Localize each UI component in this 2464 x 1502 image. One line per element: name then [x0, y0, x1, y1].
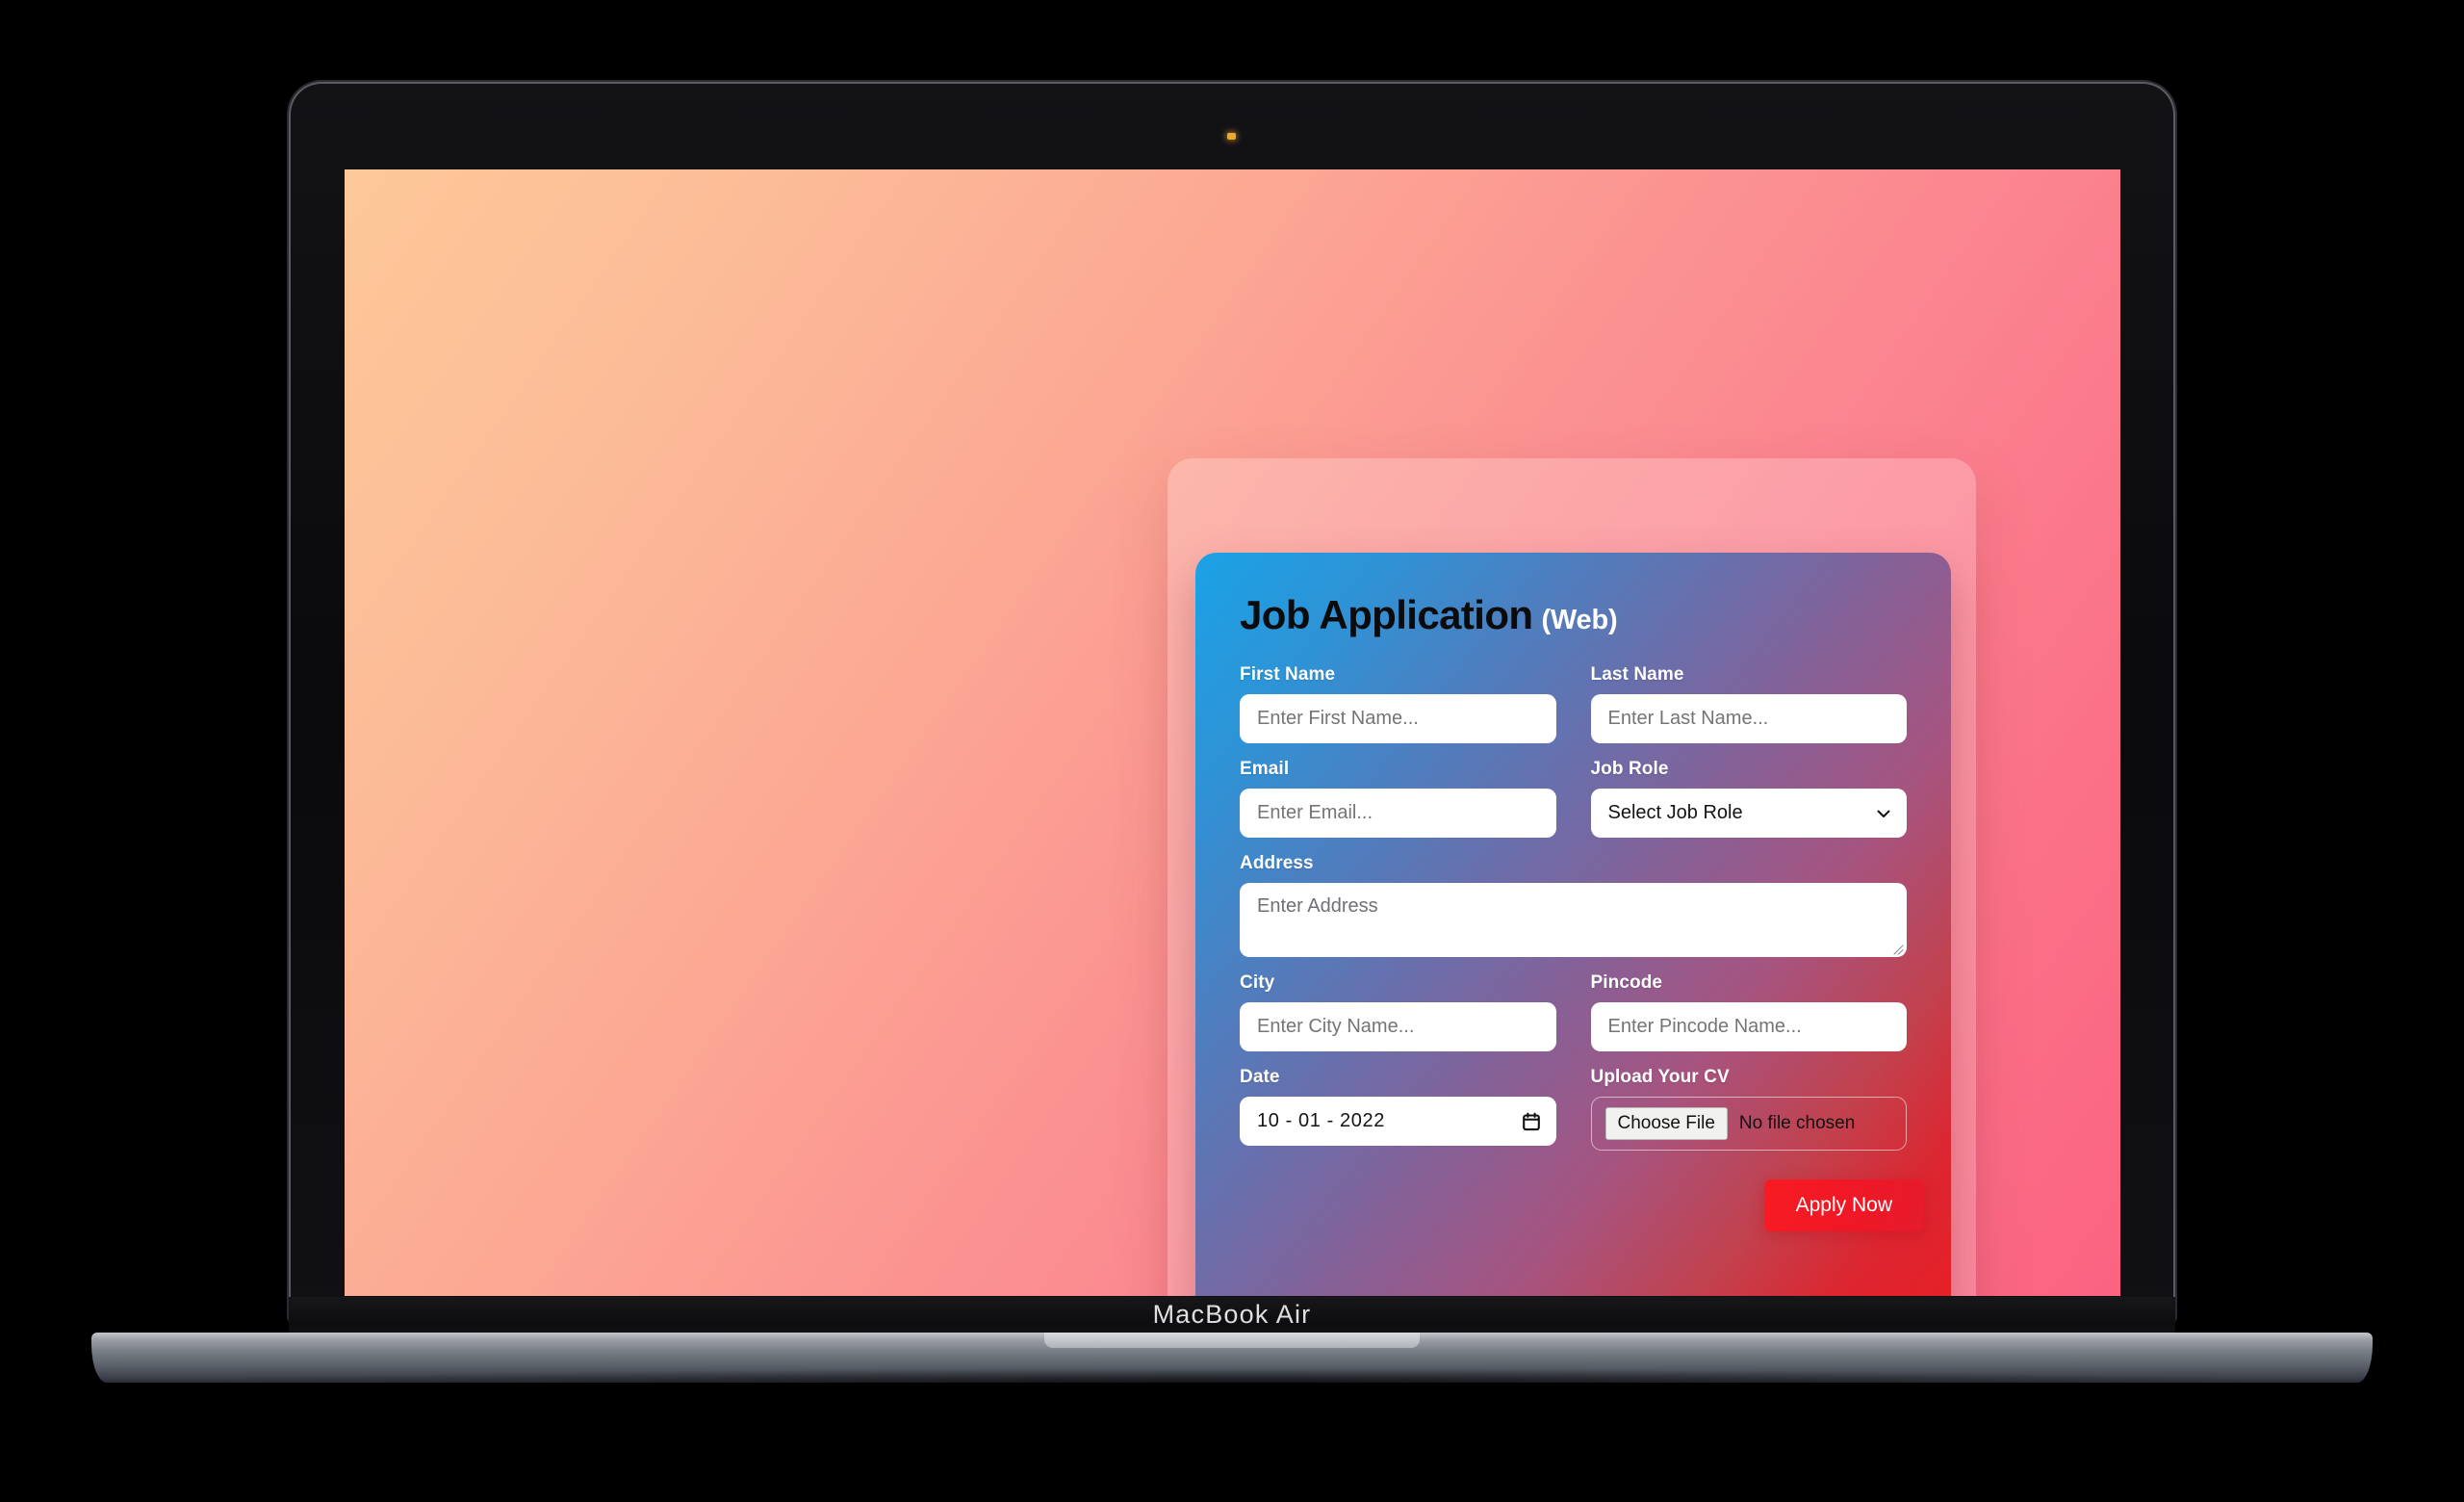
form-row-date-upload: Date 10 - 01 - 2022 Upload Your CV Choos…	[1240, 1067, 1907, 1151]
field-group-address: Address Enter Address	[1240, 853, 1907, 957]
job-application-form-card: Job Application (Web) First Name Last Nam…	[1195, 553, 1951, 1296]
job-role-label: Job Role	[1590, 759, 1669, 779]
laptop-base-notch	[1044, 1333, 1420, 1348]
file-input-wrapper[interactable]: Choose File No file chosen	[1590, 1097, 1907, 1151]
page-title: Job Application (Web)	[1240, 595, 1907, 635]
resize-handle-icon[interactable]	[1890, 942, 1904, 955]
screenshot-stage: Job Application (Web) First Name Last Nam…	[0, 0, 2464, 1502]
choose-file-button[interactable]: Choose File	[1604, 1107, 1728, 1140]
job-role-selected-value: Select Job Role	[1607, 802, 1743, 823]
page-title-main: Job Application	[1240, 592, 1533, 637]
address-placeholder: Enter Address	[1257, 895, 1378, 917]
first-name-label: First Name	[1240, 664, 1336, 685]
pincode-input[interactable]	[1590, 1002, 1907, 1051]
file-status-text: No file chosen	[1738, 1113, 1856, 1133]
laptop-screen: Job Application (Web) First Name Last Nam…	[345, 169, 2120, 1296]
last-name-label: Last Name	[1590, 664, 1684, 685]
job-role-select[interactable]: Select Job Role	[1590, 789, 1907, 838]
form-actions: Apply Now	[1240, 1179, 1924, 1231]
form-row-names: First Name Last Name	[1240, 664, 1907, 743]
form-row-address: Address Enter Address	[1240, 853, 1907, 957]
field-group-job-role: Job Role Select Job Role	[1590, 759, 1907, 838]
apply-now-button[interactable]: Apply Now	[1763, 1179, 1924, 1231]
upload-cv-label: Upload Your CV	[1590, 1067, 1730, 1087]
camera-indicator-icon	[1227, 133, 1236, 140]
first-name-input[interactable]	[1240, 694, 1556, 743]
form-row-email-role: Email Job Role Select Job Role	[1240, 759, 1907, 838]
form-row-city-pincode: City Pincode	[1240, 972, 1907, 1051]
laptop-base-shadow	[221, 1369, 2243, 1394]
last-name-input[interactable]	[1590, 694, 1907, 743]
pincode-label: Pincode	[1590, 972, 1663, 993]
date-value: 10 - 01 - 2022	[1257, 1110, 1385, 1131]
address-label: Address	[1240, 853, 1314, 873]
field-group-first-name: First Name	[1240, 664, 1556, 743]
page-title-sub: (Web)	[1541, 605, 1618, 635]
date-label: Date	[1240, 1067, 1280, 1087]
field-group-city: City	[1240, 972, 1556, 1051]
email-label: Email	[1240, 759, 1290, 779]
email-input[interactable]	[1240, 789, 1556, 838]
date-input[interactable]: 10 - 01 - 2022	[1240, 1097, 1556, 1146]
device-brand-label: MacBook Air	[1152, 1300, 1312, 1329]
city-label: City	[1240, 972, 1275, 993]
city-input[interactable]	[1240, 1002, 1556, 1051]
field-group-date: Date 10 - 01 - 2022	[1240, 1067, 1556, 1151]
address-textarea[interactable]: Enter Address	[1240, 883, 1907, 957]
field-group-upload-cv: Upload Your CV Choose File No file chose…	[1590, 1067, 1907, 1151]
field-group-pincode: Pincode	[1590, 972, 1907, 1051]
field-group-email: Email	[1240, 759, 1556, 838]
chevron-down-icon	[1877, 810, 1890, 817]
calendar-icon[interactable]	[1522, 1112, 1540, 1130]
field-group-last-name: Last Name	[1590, 664, 1907, 743]
